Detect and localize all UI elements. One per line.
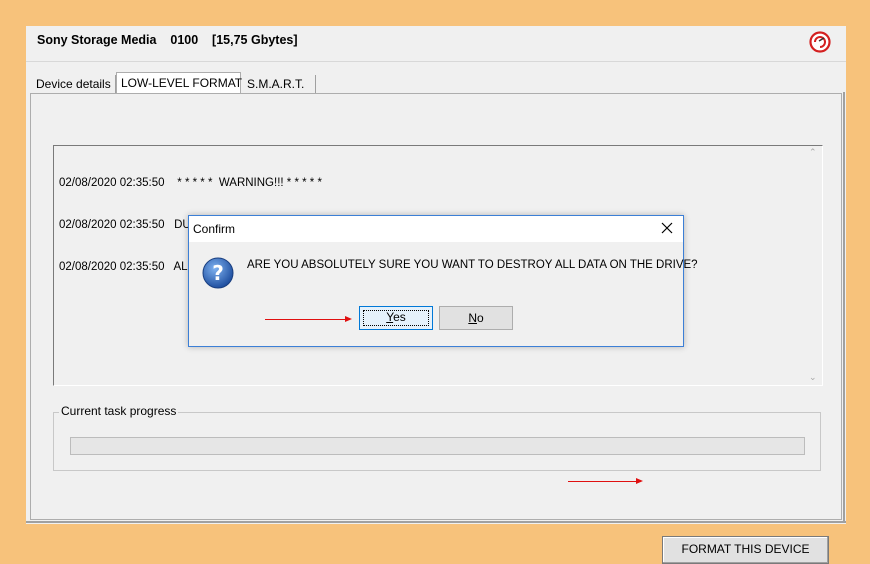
window-edge — [26, 521, 846, 523]
window-edge — [843, 92, 845, 523]
annotation-arrow — [568, 478, 643, 484]
header-divider — [26, 61, 846, 62]
tab-low-level-format[interactable]: LOW-LEVEL FORMAT — [116, 72, 243, 94]
no-label-rest: o — [476, 311, 484, 325]
annotation-arrow — [265, 316, 352, 322]
task-progress-group: Current task progress — [53, 404, 821, 471]
log-line: 02/08/2020 02:35:50 * * * * * WARNING!!!… — [59, 177, 322, 189]
task-progress-bar — [70, 437, 805, 455]
tab-smart[interactable]: S.M.A.R.T. — [243, 75, 316, 94]
tab-device-details[interactable]: Device details — [32, 75, 116, 94]
yes-button[interactable]: Yes — [359, 306, 433, 330]
dialog-titlebar: Confirm — [189, 216, 683, 242]
device-title: Sony Storage Media 0100 [15,75 Gbytes] — [37, 33, 298, 47]
tab-label: Device details — [36, 77, 111, 91]
no-button[interactable]: No — [439, 306, 513, 330]
device-header: Sony Storage Media 0100 [15,75 Gbytes] — [26, 26, 846, 61]
svg-text:?: ? — [212, 261, 224, 285]
scroll-up-icon[interactable]: ⌃ — [809, 148, 817, 158]
close-icon[interactable] — [658, 219, 676, 237]
dialog-message: ARE YOU ABSOLUTELY SURE YOU WANT TO DEST… — [247, 259, 698, 271]
tab-label: LOW-LEVEL FORMAT — [121, 76, 243, 90]
app-logo-icon[interactable] — [809, 31, 831, 53]
focus-rect — [363, 310, 429, 326]
task-progress-label: Current task progress — [59, 404, 179, 418]
log-scrollbar[interactable]: ⌃ ⌄ — [805, 146, 822, 385]
dialog-body: ? ARE YOU ABSOLUTELY SURE YOU WANT TO DE… — [189, 242, 698, 346]
confirm-dialog: Confirm ? ARE YOU ABSOLUTELY SURE YOU WA… — [188, 215, 698, 347]
scroll-down-icon[interactable]: ⌄ — [809, 373, 817, 383]
format-device-button[interactable]: FORMAT THIS DEVICE — [662, 536, 829, 564]
dialog-title: Confirm — [193, 222, 236, 236]
tab-label: S.M.A.R.T. — [247, 77, 305, 91]
no-mnemonic: N — [468, 311, 477, 325]
question-icon: ? — [202, 257, 234, 289]
